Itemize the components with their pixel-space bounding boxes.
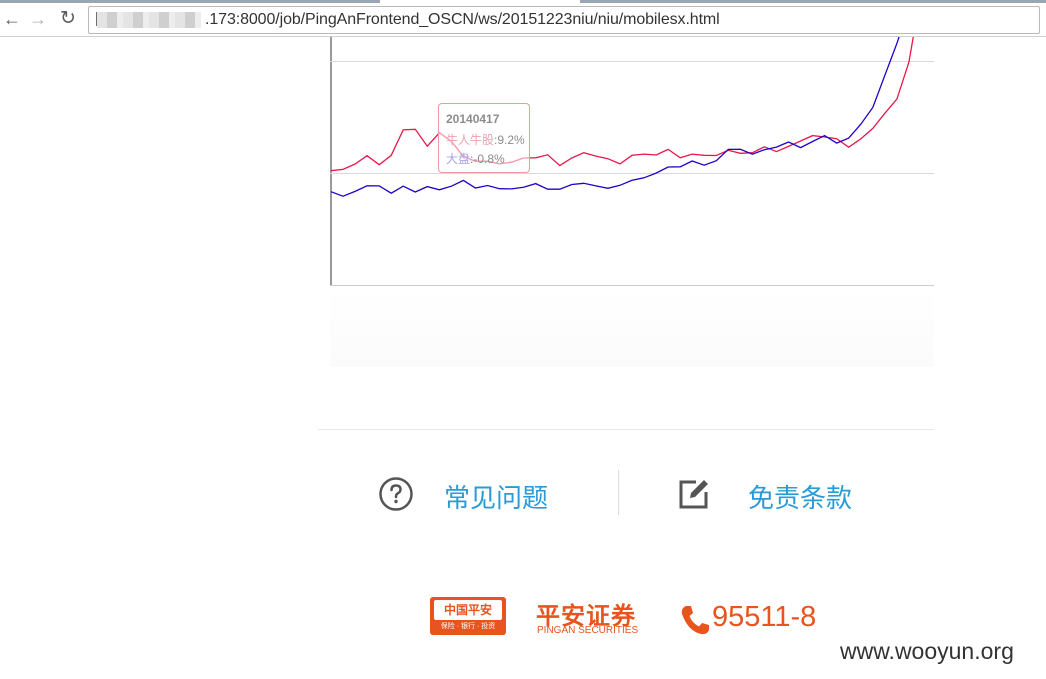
tooltip-date: 20140417 [446,112,500,126]
url-text[interactable]: .173:8000/job/PingAnFrontend_OSCN/ws/201… [205,11,720,29]
edit-icon [679,480,708,509]
china-pingan-logo: 中国平安 保险 · 银行 · 投资 [430,597,506,635]
watermark: www.wooyun.org [840,638,1014,664]
phone-icon [681,606,709,635]
disclaimer-link[interactable]: 免责条款 [676,472,876,516]
forward-arrow-icon[interactable]: → [28,8,48,30]
section-divider [318,429,934,430]
links-divider [618,470,619,515]
tooltip-row-stock: 牛人牛股:9.2% [446,131,525,148]
tab-right[interactable] [580,0,1046,3]
browser-toolbar: ← → ↻ [ .173:8000/job/PingAnFrontend_OSC… [0,0,1046,37]
faq-label[interactable]: 常见问题 [444,478,548,515]
tab-strip [0,0,1046,3]
tooltip-market-value: :-0.8% [470,152,505,166]
redacted-host-mask [97,12,201,28]
question-circle-icon [379,477,413,511]
tooltip-market-label: 大盘 [446,152,471,166]
disclaimer-label[interactable]: 免责条款 [748,478,852,515]
tooltip-row-market: 大盘:-0.8% [446,150,505,167]
chart-tooltip: 20140417 牛人牛股:9.2% 大盘:-0.8% [438,103,530,173]
tooltip-stock-value: :9.2% [494,133,525,147]
performance-line-chart [330,37,934,286]
reload-icon[interactable]: ↻ [58,8,78,30]
series-line-stock [330,37,914,172]
address-bar[interactable]: [ .173:8000/job/PingAnFrontend_OSCN/ws/2… [88,6,1040,34]
faq-link[interactable]: 常见问题 [378,472,578,516]
china-pingan-logo-subtext: 保险 · 银行 · 投资 [440,623,496,630]
series-line-market [330,37,900,197]
tab-left[interactable] [0,0,380,3]
tooltip-stock-label: 牛人牛股 [446,133,495,147]
pingan-securities-en: PINGAN SECURITIES [537,625,639,636]
pingan-securities-logo: 平安证券 PINGAN SECURITIES [534,598,658,638]
china-pingan-logo-text: 中国平安 [434,600,502,620]
back-arrow-icon[interactable]: ← [2,8,22,30]
hotline-number[interactable]: 95511-8 [712,601,816,634]
